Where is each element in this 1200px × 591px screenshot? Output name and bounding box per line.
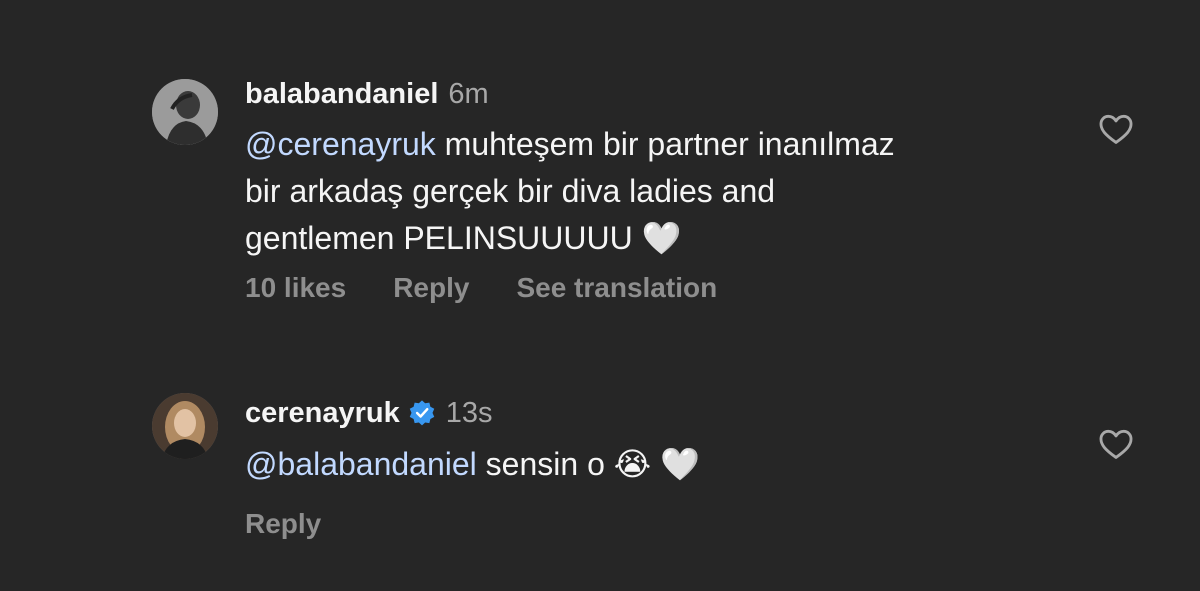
avatar[interactable] <box>152 79 218 145</box>
comment-text-part: muhteşem bir partner inanılmaz <box>444 126 895 162</box>
comment-actions: Reply <box>245 508 368 540</box>
reply-button[interactable]: Reply <box>245 508 321 540</box>
heart-outline-icon[interactable] <box>1097 425 1135 463</box>
heart-outline-icon[interactable] <box>1097 110 1135 148</box>
avatar-photo <box>152 79 218 145</box>
comment-text: @cerenayruk muhteşem bir partner inanılm… <box>245 121 1035 262</box>
comment-actions: 10 likes Reply See translation <box>245 272 764 304</box>
comment-text-part: gentlemen PELINSUUUUU <box>245 220 633 256</box>
timestamp: 13s <box>445 396 493 429</box>
avatar-photo <box>152 393 218 459</box>
timestamp: 6m <box>448 77 489 110</box>
white-heart-emoji: 🤍 <box>641 219 682 257</box>
comment-header: balabandaniel 6m <box>245 74 489 114</box>
comment-text: @balabandaniel sensin o 😭 🤍 <box>245 441 1035 488</box>
crying-face-emoji: 😭 <box>613 445 652 483</box>
username[interactable]: cerenayruk <box>245 397 400 430</box>
username[interactable]: balabandaniel <box>245 78 438 111</box>
comments-panel: balabandaniel 6m @cerenayruk muhteşem bi… <box>0 0 1200 591</box>
mention-link[interactable]: @cerenayruk <box>245 126 436 162</box>
white-heart-emoji: 🤍 <box>660 445 700 483</box>
comment-text-part: bir arkadaş gerçek bir diva ladies and <box>245 173 776 209</box>
see-translation-button[interactable]: See translation <box>516 272 717 304</box>
comment-header: cerenayruk 13s <box>245 393 493 433</box>
verified-badge-icon <box>408 399 436 427</box>
mention-link[interactable]: @balabandaniel <box>245 446 477 482</box>
comment-text-part: sensin o <box>485 446 605 482</box>
likes-count-button[interactable]: 10 likes <box>245 272 346 304</box>
reply-button[interactable]: Reply <box>393 272 469 304</box>
avatar[interactable] <box>152 393 218 459</box>
